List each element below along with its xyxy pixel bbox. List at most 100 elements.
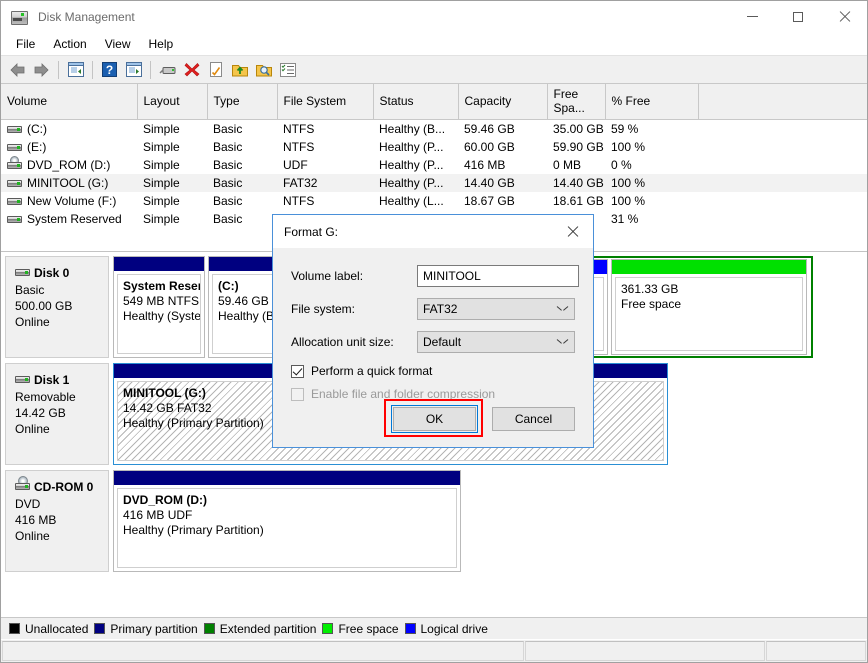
menu-item-file[interactable]: File [7, 34, 44, 54]
toolbar-separator [92, 60, 93, 79]
volume-name: DVD_ROM (D:) [27, 158, 111, 172]
minimize-button[interactable] [729, 1, 775, 32]
properties-icon[interactable] [204, 59, 227, 81]
partition-block[interactable]: 361.33 GB Free space [611, 259, 807, 355]
partition-details: System Reser 549 MB NTFS Healthy (Syste [117, 274, 201, 354]
capacity-cell: 60.00 GB [464, 140, 515, 154]
disk-info-panel[interactable]: Disk 0 Basic 500.00 GB Online [5, 256, 109, 358]
column-header-layout[interactable]: Layout [137, 84, 208, 120]
quick-format-checkbox[interactable] [291, 364, 304, 378]
capacity-cell: 416 MB [464, 158, 506, 172]
ok-button[interactable]: OK [393, 407, 476, 431]
quick-format-checkbox-row[interactable]: Perform a quick format [291, 364, 575, 378]
cdrom-icon [15, 476, 30, 491]
partition-strip: DVD_ROM (D:) 416 MB UDF Healthy (Primary P… [113, 470, 863, 572]
volume-table: Volume Layout Type File System Status Ca… [1, 84, 867, 228]
table-row[interactable]: DVD_ROM (D:) Simple Basic UDF Healthy (P... 4… [1, 156, 867, 174]
rescan-disks-icon[interactable] [156, 59, 179, 81]
file-system-label: File system: [291, 302, 356, 316]
legend-swatch [94, 623, 106, 634]
show-hide-action-pane-icon[interactable] [122, 59, 145, 81]
ok-button-wrapper: OK [384, 399, 483, 437]
disk-size: 14.42 GB [15, 406, 66, 420]
close-button[interactable] [821, 1, 867, 32]
show-hide-console-tree-icon[interactable] [64, 59, 87, 81]
table-row[interactable]: (C:) Simple Basic NTFS Healthy (B... 59.46 GB… [1, 120, 867, 139]
legend-item: Primary partition [94, 622, 198, 636]
table-row[interactable]: MINITOOL (G:) Simple Basic FAT32 Healthy (P.… [1, 174, 867, 192]
volume-cell: DVD_ROM (D:) [1, 156, 137, 174]
file-system-value: FAT32 [423, 302, 458, 316]
column-header-volume[interactable]: Volume [1, 84, 138, 120]
legend-swatch [9, 623, 20, 634]
disk-drive-icon [9, 8, 31, 26]
legend-swatch [404, 623, 416, 634]
help-icon[interactable]: ? [98, 59, 121, 81]
export-list-icon[interactable] [228, 59, 251, 81]
disk-name: CD-ROM 0 [34, 480, 94, 494]
menu-item-help[interactable]: Help [140, 34, 183, 54]
partition-block[interactable]: DVD_ROM (D:) 416 MB UDF Healthy (Primary P… [113, 470, 461, 572]
disk-info-panel[interactable]: CD-ROM 0 DVD 416 MB Online [5, 470, 109, 572]
spacer-cell [698, 156, 867, 174]
percent-free-cell: 59 % [611, 122, 639, 136]
column-header-file-system[interactable]: File System [277, 84, 374, 120]
partition-details: 361.33 GB Free space [615, 277, 803, 351]
partition-line3: Healthy (Syste [123, 309, 201, 323]
column-header-percent-free[interactable]: % Free [605, 84, 699, 120]
allocation-unit-size-select[interactable]: Default [417, 331, 575, 353]
table-row[interactable]: New Volume (F:) Simple Basic NTFS Healthy (L… [1, 192, 867, 210]
volume-table-header-row: Volume Layout Type File System Status Ca… [1, 84, 867, 120]
disk-info-panel[interactable]: Disk 1 Removable 14.42 GB Online [5, 363, 109, 465]
partition-line2: 416 MB UDF [123, 508, 193, 522]
table-row[interactable]: (E:) Simple Basic NTFS Healthy (P... 60.00 GB… [1, 138, 867, 156]
percent-free-cell: 100 % [605, 174, 698, 192]
layout-cell: Simple [143, 212, 180, 226]
capacity-cell: 14.40 GB [458, 174, 547, 192]
window-title: Disk Management [38, 9, 135, 24]
maximize-button[interactable] [775, 1, 821, 32]
menu-item-action[interactable]: Action [44, 34, 95, 54]
file-system-select[interactable]: FAT32 [417, 298, 575, 320]
legend: Unallocated Primary partition Extended par… [1, 617, 867, 639]
column-header-capacity[interactable]: Capacity [458, 84, 548, 120]
back-icon[interactable] [6, 59, 29, 81]
partition-color-bar [612, 260, 806, 274]
volume-icon [7, 125, 22, 134]
disk-name-row: Disk 1 [15, 372, 108, 388]
column-header-type[interactable]: Type [207, 84, 278, 120]
maximize-icon [793, 11, 803, 22]
partition-line2: 361.33 GB [621, 282, 679, 296]
column-header-free-space[interactable]: Free Spa... [547, 84, 606, 120]
legend-label: Free space [338, 621, 399, 636]
cancel-button[interactable]: Cancel [492, 407, 575, 431]
free-space-cell: 59.90 GB [553, 140, 604, 154]
dialog-close-button[interactable] [551, 216, 593, 248]
partition-line2: 549 MB NTFS [123, 294, 200, 308]
volume-cell: New Volume (F:) [1, 192, 137, 210]
list-view-icon[interactable] [276, 59, 299, 81]
delete-icon[interactable] [180, 59, 203, 81]
volume-cell: System Reserved [1, 210, 137, 228]
ok-button-focus-ring: OK [391, 405, 478, 433]
volume-cell: (E:) [1, 138, 137, 156]
disk-management-window: Disk Management File Action View Help ? [0, 0, 868, 663]
volume-name: (E:) [27, 140, 47, 154]
column-header-status[interactable]: Status [373, 84, 459, 120]
layout-cell: Simple [143, 122, 180, 136]
type-cell: Basic [213, 122, 243, 136]
percent-free-cell: 100 % [611, 194, 646, 208]
search-folder-icon[interactable] [252, 59, 275, 81]
close-icon [839, 11, 850, 22]
disk-icon [15, 375, 30, 384]
spacer-cell [698, 174, 867, 192]
partition-line3: Free space [621, 297, 682, 311]
capacity-cell: 59.46 GB [464, 122, 515, 136]
legend-label: Unallocated [25, 621, 89, 636]
status-cell: Healthy (P... [379, 140, 444, 154]
forward-icon[interactable] [30, 59, 53, 81]
layout-cell: Simple [143, 194, 180, 208]
menu-item-view[interactable]: View [96, 34, 140, 54]
partition-block[interactable]: System Reser 549 MB NTFS Healthy (Syste [113, 256, 205, 358]
volume-label-input[interactable] [417, 265, 579, 287]
